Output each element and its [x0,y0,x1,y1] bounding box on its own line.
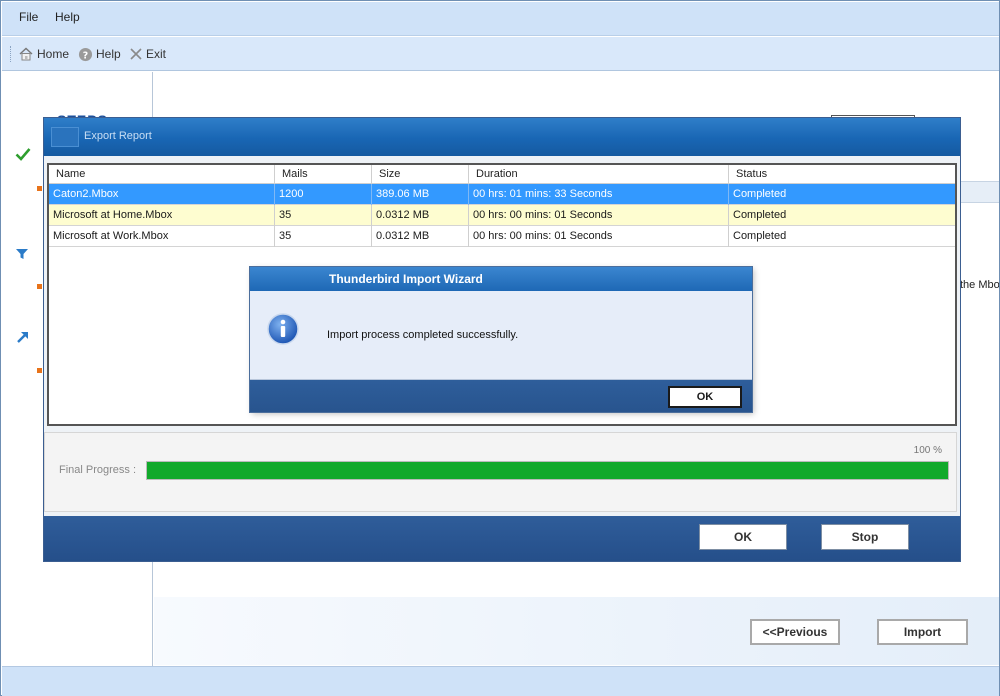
import-wizard-dialog: Thunderbird Import Wizard Import process… [250,267,752,412]
progress-percent: 100 % [913,445,942,456]
cell-size: 0.0312 MB [372,205,469,226]
export-report-titlebar[interactable]: Export Report [44,118,960,156]
content-text-fragment: the Mbo [960,279,999,291]
home-button[interactable]: Home [18,45,69,63]
help-label: Help [96,47,121,61]
table-row-selected[interactable]: Caton2.Mbox 1200 389.06 MB 00 hrs: 01 mi… [49,184,955,205]
table-header: Name Mails Size Duration Status [49,165,955,184]
toolbar-grip [10,46,13,62]
nav-strip [154,597,999,665]
app-window: File Help Home ? Help Exit the Mbo <<Pre… [0,0,1000,696]
column-header-mails[interactable]: Mails [275,165,372,184]
help-icon: ? [78,47,93,61]
cell-name: Microsoft at Home.Mbox [49,205,275,226]
column-header-size[interactable]: Size [372,165,469,184]
report-ok-button[interactable]: OK [699,524,787,550]
menu-bar: File Help [2,2,999,36]
cell-duration: 00 hrs: 00 mins: 01 Seconds [469,226,729,247]
home-icon [19,47,33,61]
cell-size: 0.0312 MB [372,226,469,247]
toolbar: Home ? Help Exit [2,37,999,71]
import-button[interactable]: Import [877,619,968,645]
progress-panel: 100 % Final Progress : [44,432,957,512]
cell-status: Completed [733,230,787,242]
wizard-ok-button[interactable]: OK [668,386,742,408]
exit-button[interactable]: Exit [129,45,166,63]
wizard-title[interactable]: Thunderbird Import Wizard [250,267,752,291]
progress-bar [146,461,949,480]
progress-bar-fill [147,462,948,479]
wizard-body: Import process completed successfully. [250,291,752,380]
cell-mails: 35 [275,226,372,247]
wizard-message: Import process completed successfully. [327,329,519,341]
cell-name: Caton2.Mbox [49,184,275,205]
cell-name: Microsoft at Work.Mbox [49,226,275,247]
svg-text:?: ? [83,50,88,61]
content-header-strip [957,181,999,203]
status-bar [2,666,999,696]
stop-button[interactable]: Stop [821,524,909,550]
home-label: Home [37,47,70,61]
cell-duration: 00 hrs: 00 mins: 01 Seconds [469,205,729,226]
export-report-footer: OK Stop [44,516,960,561]
step-3-bullet [37,368,42,373]
table-row[interactable]: Microsoft at Work.Mbox 35 0.0312 MB 00 h… [49,226,955,247]
close-icon [130,48,142,60]
column-header-duration[interactable]: Duration [469,165,729,184]
filter-icon [16,249,28,259]
table-row[interactable]: Microsoft at Home.Mbox 35 0.0312 MB 00 h… [49,205,955,226]
help-button[interactable]: ? Help [78,45,121,63]
exit-label: Exit [146,47,167,61]
menu-file[interactable]: File [19,10,38,24]
cell-size: 389.06 MB [372,184,469,205]
cell-mails: 1200 [275,184,372,205]
cell-status: Completed [733,188,787,200]
menu-help[interactable]: Help [55,10,80,24]
export-report-title: Export Report [84,130,152,142]
checkmark-icon [15,148,31,161]
step-2-bullet [37,284,42,289]
cell-duration: 00 hrs: 01 mins: 33 Seconds [469,184,729,205]
step-1-bullet [37,186,42,191]
cell-status: Completed [733,209,787,221]
cell-mails: 35 [275,205,372,226]
column-header-name[interactable]: Name [49,165,275,184]
report-app-icon [51,127,79,147]
export-arrow-icon [17,332,28,343]
info-icon [267,313,299,345]
column-header-status[interactable]: Status [729,165,955,184]
progress-label: Final Progress : [59,464,137,476]
wizard-footer: OK [250,380,752,412]
previous-button[interactable]: <<Previous [750,619,840,645]
